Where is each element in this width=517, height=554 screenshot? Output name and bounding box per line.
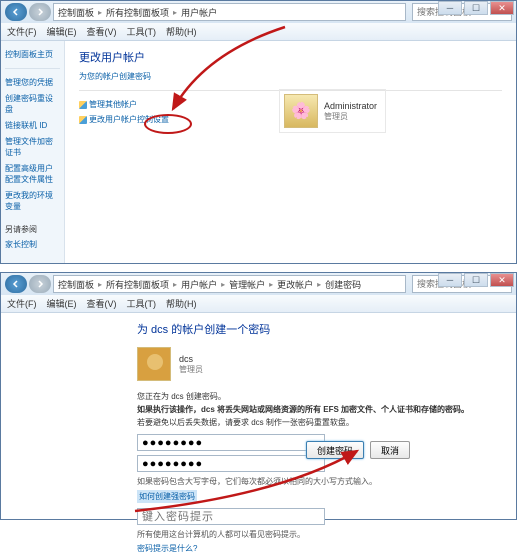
maximize-button[interactable]: ☐: [464, 273, 488, 287]
menu-help[interactable]: 帮助(H): [166, 297, 197, 310]
menu-help[interactable]: 帮助(H): [166, 25, 197, 38]
info-text: 您正在为 dcs 创建密码。: [137, 391, 516, 402]
maximize-button[interactable]: ☐: [464, 1, 488, 15]
menu-view[interactable]: 查看(V): [87, 297, 117, 310]
hint-text: 如果密码包含大写字母，它们每次都必须以相同的大小写方式输入。: [137, 476, 516, 487]
crumb[interactable]: 更改帐户: [277, 278, 313, 291]
crumb[interactable]: 用户帐户: [181, 6, 217, 19]
menu-file[interactable]: 文件(F): [7, 25, 37, 38]
nav-forward-button[interactable]: [29, 3, 51, 21]
sidebar-item-encryption[interactable]: 管理文件加密证书: [5, 136, 60, 158]
create-password-button[interactable]: 创建密码: [306, 441, 364, 459]
crumb[interactable]: 用户帐户: [181, 278, 217, 291]
info-text: 若要避免以后丢失数据，请要求 dcs 制作一张密码重置软盘。: [137, 417, 516, 428]
menu-edit[interactable]: 编辑(E): [47, 25, 77, 38]
warning-text: 如果执行该操作，dcs 将丢失网站或网络资源的所有 EFS 加密文件、个人证书和…: [137, 404, 516, 415]
titlebar: 控制面板▸ 所有控制面板项▸ 用户帐户▸ 管理帐户▸ 更改帐户▸ 创建密码 ─ …: [1, 273, 516, 295]
account-role: 管理员: [179, 364, 203, 375]
minimize-button[interactable]: ─: [438, 1, 462, 15]
menu-edit[interactable]: 编辑(E): [47, 297, 77, 310]
sidebar-item-parental[interactable]: 家长控制: [5, 239, 37, 250]
account-role: 管理员: [324, 111, 377, 122]
password-input[interactable]: [137, 434, 325, 451]
avatar: 🌸: [284, 94, 318, 128]
content-pane: 更改用户帐户 为您的帐户创建密码 管理其他帐户 更改用户帐户控制设置 🌸 Adm…: [65, 41, 516, 263]
menubar: 文件(F) 编辑(E) 查看(V) 工具(T) 帮助(H): [1, 23, 516, 41]
cancel-button[interactable]: 取消: [370, 441, 410, 459]
close-button[interactable]: ✕: [490, 1, 514, 15]
chevron-right-icon: ▸: [98, 8, 102, 17]
breadcrumb[interactable]: 控制面板 ▸ 所有控制面板项 ▸ 用户帐户: [53, 3, 406, 21]
crumb[interactable]: 所有控制面板项: [106, 6, 169, 19]
crumb[interactable]: 创建密码: [325, 278, 361, 291]
crumb[interactable]: 所有控制面板项: [106, 278, 169, 291]
account-name: Administrator: [324, 101, 377, 111]
nav-forward-button[interactable]: [29, 275, 51, 293]
window-create-password: 控制面板▸ 所有控制面板项▸ 用户帐户▸ 管理帐户▸ 更改帐户▸ 创建密码 ─ …: [0, 272, 517, 520]
sidebar-footer-label: 另请参阅: [5, 224, 37, 235]
page-title: 为 dcs 的帐户创建一个密码: [137, 321, 516, 337]
breadcrumb[interactable]: 控制面板▸ 所有控制面板项▸ 用户帐户▸ 管理帐户▸ 更改帐户▸ 创建密码: [53, 275, 406, 293]
close-button[interactable]: ✕: [490, 273, 514, 287]
password-confirm-input[interactable]: [137, 455, 325, 472]
window-user-accounts: 控制面板 ▸ 所有控制面板项 ▸ 用户帐户 ─ ☐ ✕ 文件(F) 编辑(E) 查看…: [0, 0, 517, 264]
sidebar-item-home[interactable]: 控制面板主页: [5, 49, 60, 60]
crumb[interactable]: 控制面板: [58, 278, 94, 291]
menu-tools[interactable]: 工具(T): [127, 25, 157, 38]
sidebar-item-credentials[interactable]: 管理您的凭据: [5, 77, 60, 88]
sidebar-item-profiles[interactable]: 配置高级用户配置文件属性: [5, 163, 60, 185]
password-hint-input[interactable]: [137, 508, 325, 525]
menubar: 文件(F) 编辑(E) 查看(V) 工具(T) 帮助(H): [1, 295, 516, 313]
content-pane: 为 dcs 的帐户创建一个密码 dcs 管理员 您正在为 dcs 创建密码。 如…: [1, 313, 516, 554]
sidebar-item-env-vars[interactable]: 更改我的环境变量: [5, 190, 60, 212]
nav-back-button[interactable]: [5, 3, 27, 21]
sidebar: 控制面板主页 管理您的凭据 创建密码重设盘 链接联机 ID 管理文件加密证书 配…: [1, 41, 65, 263]
link-what-is-hint[interactable]: 密码提示是什么?: [137, 543, 516, 554]
crumb[interactable]: 管理帐户: [229, 278, 265, 291]
menu-view[interactable]: 查看(V): [87, 25, 117, 38]
link-strong-password[interactable]: 如何创建强密码: [137, 490, 197, 503]
menu-file[interactable]: 文件(F): [7, 297, 37, 310]
hint-visibility-text: 所有使用这台计算机的人都可以看见密码提示。: [137, 529, 516, 540]
sidebar-item-online-id[interactable]: 链接联机 ID: [5, 120, 60, 131]
minimize-button[interactable]: ─: [438, 273, 462, 287]
sidebar-item-reset-disk[interactable]: 创建密码重设盘: [5, 93, 60, 115]
crumb[interactable]: 控制面板: [58, 6, 94, 19]
chevron-right-icon: ▸: [173, 8, 177, 17]
page-title: 更改用户帐户: [79, 49, 502, 65]
account-name: dcs: [179, 354, 203, 364]
shield-icon: [79, 101, 87, 109]
menu-tools[interactable]: 工具(T): [127, 297, 157, 310]
avatar: [137, 347, 171, 381]
account-tile[interactable]: 🌸 Administrator 管理员: [279, 89, 386, 133]
shield-icon: [79, 116, 87, 124]
link-create-password[interactable]: 为您的帐户创建密码: [79, 71, 502, 82]
titlebar: 控制面板 ▸ 所有控制面板项 ▸ 用户帐户 ─ ☐ ✕: [1, 1, 516, 23]
nav-back-button[interactable]: [5, 275, 27, 293]
